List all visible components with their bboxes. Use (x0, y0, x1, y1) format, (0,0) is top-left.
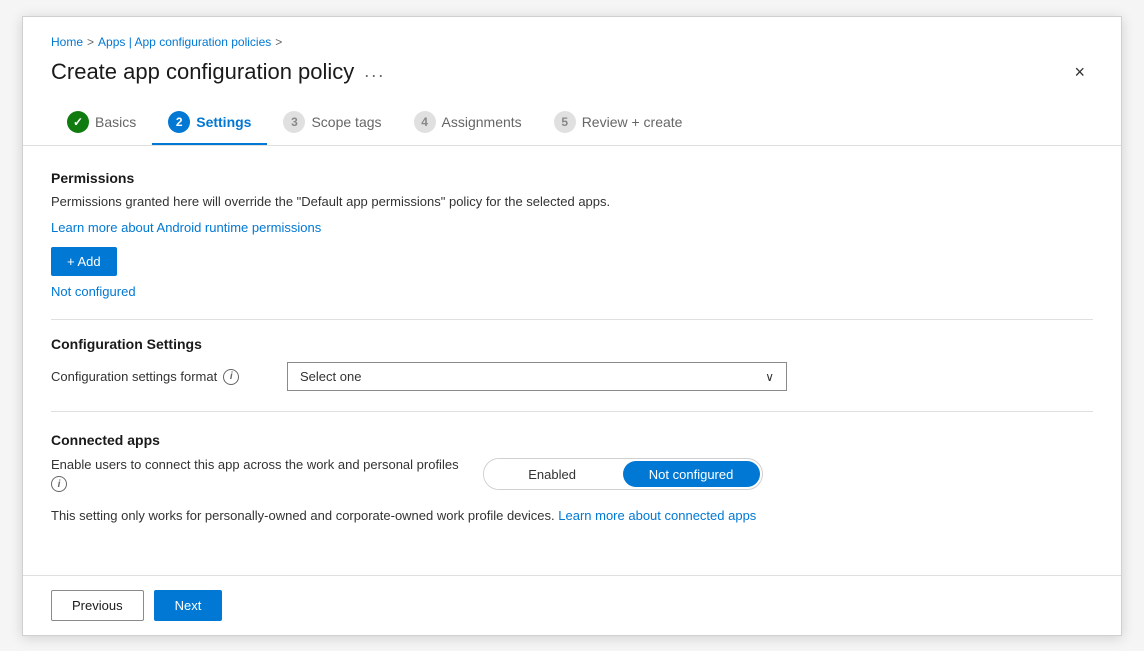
not-configured-label: Not configured (51, 284, 1093, 299)
close-button[interactable]: × (1066, 59, 1093, 85)
permissions-description: Permissions granted here will override t… (51, 192, 1093, 212)
toggle-row: Enable users to connect this app across … (51, 456, 1093, 492)
dropdown-chevron-icon: ∨ (765, 370, 774, 384)
learn-more-android-link[interactable]: Learn more about Android runtime permiss… (51, 220, 321, 235)
tab-assignments-label: Assignments (442, 114, 522, 130)
modal-title: Create app configuration policy ... (51, 59, 385, 85)
section-divider-1 (51, 319, 1093, 320)
tab-scope-tags[interactable]: 3 Scope tags (267, 103, 397, 145)
tab-review-label: Review + create (582, 114, 683, 130)
tab-basics-circle: ✓ (67, 111, 89, 133)
tab-review-create[interactable]: 5 Review + create (538, 103, 699, 145)
modal-title-row: Create app configuration policy ... × (51, 59, 1093, 85)
previous-button[interactable]: Previous (51, 590, 144, 621)
config-format-value: Select one (300, 369, 361, 384)
toggle-label-text: Enable users to connect this app across … (51, 456, 459, 474)
tab-assignments-circle: 4 (414, 111, 436, 133)
breadcrumb: Home > Apps | App configuration policies… (51, 35, 1093, 49)
toggle-label-block: Enable users to connect this app across … (51, 456, 459, 492)
connected-apps-section: Connected apps Enable users to connect t… (51, 432, 1093, 526)
tab-assignments[interactable]: 4 Assignments (398, 103, 538, 145)
config-format-dropdown[interactable]: Select one ∨ (287, 362, 787, 391)
breadcrumb-sep2: > (275, 35, 282, 49)
add-button[interactable]: + Add (51, 247, 117, 276)
toggle-not-configured-option[interactable]: Not configured (623, 461, 760, 487)
connected-apps-toggle[interactable]: Enabled Not configured (483, 458, 763, 490)
tabs-row: ✓ Basics 2 Settings 3 Scope tags 4 Assig… (23, 85, 1121, 146)
config-format-label: Configuration settings format i (51, 369, 271, 385)
permissions-section: Permissions Permissions granted here wil… (51, 170, 1093, 300)
config-settings-title: Configuration Settings (51, 336, 1093, 352)
next-button[interactable]: Next (154, 590, 223, 621)
connected-apps-title: Connected apps (51, 432, 1093, 448)
tab-basics-label: Basics (95, 114, 136, 130)
config-settings-section: Configuration Settings Configuration set… (51, 336, 1093, 391)
tab-review-circle: 5 (554, 111, 576, 133)
tab-settings[interactable]: 2 Settings (152, 103, 267, 145)
modal-header: Home > Apps | App configuration policies… (23, 17, 1121, 85)
tab-scope-label: Scope tags (311, 114, 381, 130)
modal-container: Home > Apps | App configuration policies… (22, 16, 1122, 636)
breadcrumb-sep1: > (87, 35, 94, 49)
modal-body: Permissions Permissions granted here wil… (23, 146, 1121, 575)
tab-scope-circle: 3 (283, 111, 305, 133)
learn-more-connected-link[interactable]: Learn more about connected apps (558, 508, 756, 523)
permissions-title: Permissions (51, 170, 1093, 186)
tab-basics[interactable]: ✓ Basics (51, 103, 152, 145)
tab-settings-circle: 2 (168, 111, 190, 133)
ellipsis-menu[interactable]: ... (364, 61, 385, 82)
breadcrumb-apps[interactable]: Apps | App configuration policies (98, 35, 271, 49)
toggle-enabled-option[interactable]: Enabled (484, 459, 621, 489)
tab-settings-label: Settings (196, 114, 251, 130)
breadcrumb-home[interactable]: Home (51, 35, 83, 49)
connected-apps-info-icon[interactable]: i (51, 476, 67, 492)
modal-footer: Previous Next (23, 575, 1121, 635)
connected-note: This setting only works for personally-o… (51, 506, 1093, 526)
config-format-info-icon[interactable]: i (223, 369, 239, 385)
section-divider-2 (51, 411, 1093, 412)
config-format-row: Configuration settings format i Select o… (51, 362, 1093, 391)
